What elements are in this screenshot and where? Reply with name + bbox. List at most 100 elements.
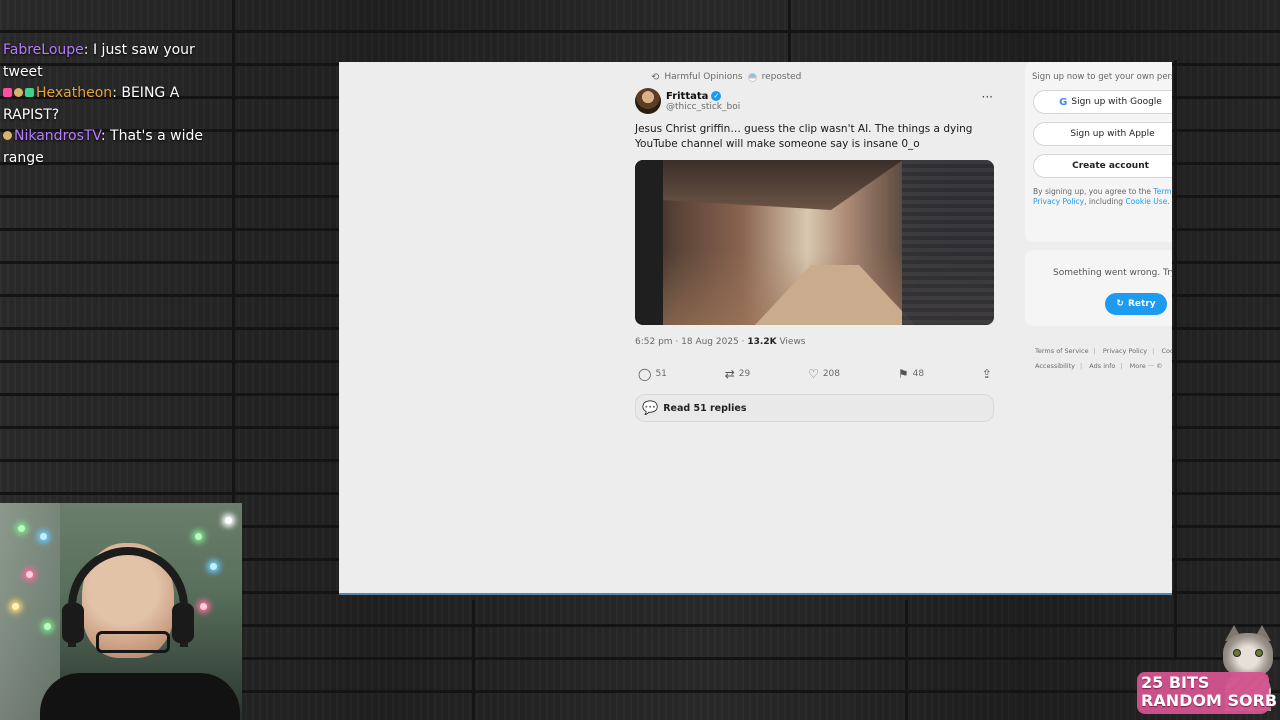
bookmark-count: 48 (912, 369, 925, 379)
headset-earcup (62, 603, 84, 643)
more-horizontal-icon[interactable]: ··· (982, 90, 993, 104)
chat-username: NikandrosTV (14, 128, 101, 144)
fairy-light (44, 623, 51, 630)
video-frame-structure (663, 160, 903, 210)
reply-button[interactable]: ◯ 51 (638, 367, 667, 381)
right-sidebar: Sign up now to get your own personal G S… (1025, 62, 1172, 374)
footer-ads-link[interactable]: Ads info (1089, 362, 1115, 370)
repost-icon: ⟲ (651, 71, 660, 83)
subscriber-badge-icon (25, 88, 34, 97)
webcam-feed (0, 503, 242, 720)
bits-badge-icon (14, 88, 23, 97)
heart-badge-icon (3, 88, 12, 97)
create-account-button[interactable]: Create account (1033, 154, 1172, 178)
share-icon: ⇪ (981, 367, 992, 381)
author-row: Frittata ✓ @thicc_stick_boi ··· (635, 86, 995, 116)
fairy-light (225, 517, 232, 524)
tweet-video-thumbnail[interactable] (635, 160, 994, 325)
read-replies-label: Read 51 replies (663, 402, 747, 414)
repost-icon: ⇄ (724, 367, 735, 381)
fairy-light (12, 603, 19, 610)
repost-count: 29 (738, 369, 751, 379)
bits-badge-icon (3, 131, 12, 140)
tweet-card: ⟲ Harmful Opinions reposted Frittata ✓ @… (635, 70, 995, 422)
signup-title: Sign up now to get your own personal (1032, 72, 1172, 82)
chat-message: NikandrosTV: That's a wide range (3, 128, 203, 166)
share-button[interactable]: ⇪ (982, 367, 992, 381)
streamer-shirt (40, 673, 240, 720)
cat-eye (1255, 649, 1263, 657)
author-name[interactable]: Frittata (666, 91, 708, 102)
terms-link[interactable]: Terms (1153, 187, 1172, 196)
privacy-policy-link[interactable]: Privacy Policy (1033, 197, 1084, 206)
tweet-timestamp[interactable]: 6:52 pm · 18 Aug 2025 · (635, 337, 745, 347)
alert-bits-amount: 25 BITS (1141, 673, 1210, 692)
bits-alert: 25 BITS RANDOM SORB (1137, 625, 1280, 720)
views-label: Views (779, 337, 806, 347)
cookie-use-link[interactable]: Cookie Use. (1125, 197, 1169, 206)
tweet-meta: 6:52 pm · 18 Aug 2025 · 13.2K Views (635, 337, 995, 347)
footer-copyright: © (1156, 362, 1163, 370)
fairy-light (40, 533, 47, 540)
wood-plank-seam (472, 600, 475, 720)
like-count: 208 (822, 369, 841, 379)
bookmark-button[interactable]: ⚑ 48 (898, 367, 924, 381)
repost-indicator: ⟲ Harmful Opinions reposted (635, 70, 995, 84)
fairy-light (18, 525, 25, 532)
cat-eye (1233, 649, 1241, 657)
terms-notice: By signing up, you agree to the Terms Pr… (1033, 187, 1172, 207)
verified-badge-icon: ✓ (711, 91, 722, 101)
google-icon: G (1059, 96, 1068, 108)
retry-button[interactable]: ↻ Retry (1105, 293, 1167, 315)
alert-user-name: RANDOM SORB (1141, 691, 1278, 710)
video-letterbox (635, 160, 663, 325)
terms-prefix: By signing up, you agree to the (1033, 187, 1152, 196)
fairy-light (200, 603, 207, 610)
avatar[interactable] (635, 88, 661, 114)
reposted-label: reposted (761, 72, 802, 82)
speech-bubble-icon: 💬 (642, 400, 659, 416)
wood-plank-seam (1174, 60, 1177, 660)
browser-capture: ⟲ Harmful Opinions reposted Frittata ✓ @… (339, 62, 1172, 595)
bookmark-icon: ⚑ (897, 367, 909, 381)
wood-plank-seam (788, 0, 791, 62)
footer-links: Terms of Service| Privacy Policy| Coo Ac… (1025, 344, 1172, 374)
fairy-light (26, 571, 33, 578)
repost-button[interactable]: ⇄ 29 (725, 367, 751, 381)
retry-label: Retry (1127, 299, 1156, 309)
tweet-actions: ◯ 51 ⇄ 29 ♡ 208 ⚑ 48 ⇪ (635, 367, 995, 381)
read-replies-button[interactable]: 💬 Read 51 replies (635, 394, 994, 422)
reposter-name[interactable]: Harmful Opinions (664, 72, 742, 82)
terms-middle: , including (1084, 197, 1124, 206)
heart-icon: ♡ (808, 367, 819, 381)
tweet-text: Jesus Christ griffin… guess the clip was… (635, 123, 973, 150)
apple-signup-label: Sign up with Apple (1070, 129, 1155, 139)
reply-icon: ◯ (638, 367, 652, 381)
footer-more-link[interactable]: More ··· (1130, 362, 1154, 370)
google-signup-label: Sign up with Google (1071, 97, 1162, 107)
footer-cookie-link[interactable]: Coo (1161, 347, 1172, 355)
google-signup-button[interactable]: G Sign up with Google (1033, 90, 1172, 114)
fairy-light (195, 533, 202, 540)
pride-flag-icon (747, 72, 757, 82)
reply-count: 51 (655, 369, 667, 379)
chat-message: Hexatheon: BEING A RAPIST? (3, 85, 180, 123)
author-handle[interactable]: @thicc_stick_boi (666, 102, 740, 112)
footer-terms-link[interactable]: Terms of Service (1035, 347, 1089, 355)
signup-card: Sign up now to get your own personal G S… (1025, 62, 1172, 242)
refresh-icon: ↻ (1116, 299, 1124, 309)
error-message: Something went wrong. Try (1053, 268, 1172, 278)
video-frame-chat-panel (902, 160, 994, 325)
chat-username: Hexatheon (36, 85, 113, 101)
chat-message: FabreLoupe: I just saw your tweet (3, 42, 195, 80)
wood-plank-seam (905, 600, 908, 720)
footer-privacy-link[interactable]: Privacy Policy (1103, 347, 1147, 355)
apple-signup-button[interactable]: Sign up with Apple (1033, 122, 1172, 146)
glasses (96, 631, 170, 653)
chat-username: FabreLoupe (3, 42, 84, 58)
stream-chat-overlay: FabreLoupe: I just saw your tweet Hexath… (3, 40, 218, 169)
like-button[interactable]: ♡ 208 (808, 367, 840, 381)
fairy-light (210, 563, 217, 570)
footer-accessibility-link[interactable]: Accessibility (1035, 362, 1075, 370)
trends-error-card: Something went wrong. Try ↻ Retry (1025, 250, 1172, 326)
